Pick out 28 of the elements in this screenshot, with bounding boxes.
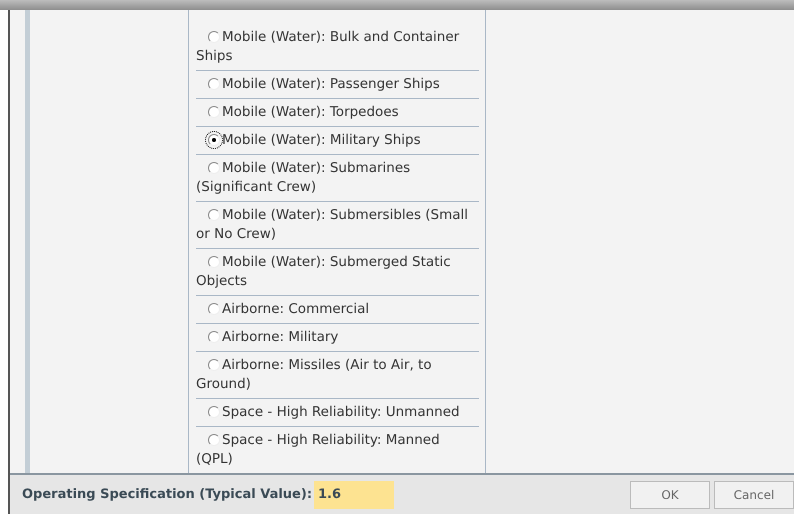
radio-option[interactable]: Space - High Reliability: Manned (QPL) <box>196 427 479 473</box>
radio-option[interactable]: Mobile (Water): Submersibles (Small or No Crew) <box>196 202 479 249</box>
radio-option[interactable]: Mobile (Water): Passenger Ships <box>196 71 479 99</box>
radio-option[interactable]: Mobile (Water): Submerged Static Objects <box>196 249 479 296</box>
radio-option[interactable]: Mobile (Water): Torpedoes <box>196 99 479 127</box>
radio-icon[interactable] <box>208 303 220 315</box>
radio-icon[interactable] <box>208 331 220 343</box>
ok-button[interactable]: OK <box>630 480 710 508</box>
radio-icon[interactable] <box>208 256 220 268</box>
radio-icon[interactable] <box>208 162 220 174</box>
radio-option[interactable]: Airborne: Military <box>196 324 479 352</box>
radio-option[interactable]: Mobile (Water): Military Ships <box>196 127 479 155</box>
cancel-button[interactable]: Cancel <box>714 480 794 508</box>
spec-label: Operating Specification (Typical Value): <box>22 487 312 502</box>
radio-option[interactable]: Mobile (Water): Bulk and Container Ships <box>196 24 479 71</box>
radio-selected-icon[interactable] <box>208 134 220 146</box>
radio-icon[interactable] <box>208 434 220 446</box>
radio-option[interactable]: Airborne: Commercial <box>196 296 479 324</box>
radio-option[interactable]: Airborne: Missiles (Air to Air, to Ground) <box>196 352 479 399</box>
spec-value: 1.6 <box>314 480 394 508</box>
radio-icon[interactable] <box>208 106 220 118</box>
radio-option[interactable]: Mobile (Water): Submarines (Significant Crew) <box>196 155 479 202</box>
radio-icon[interactable] <box>208 209 220 221</box>
radio-icon[interactable] <box>208 31 220 43</box>
radio-option[interactable]: Space - High Reliability: Unmanned <box>196 399 479 427</box>
radio-icon[interactable] <box>208 78 220 90</box>
radio-icon[interactable] <box>208 359 220 371</box>
radio-icon[interactable] <box>208 406 220 418</box>
